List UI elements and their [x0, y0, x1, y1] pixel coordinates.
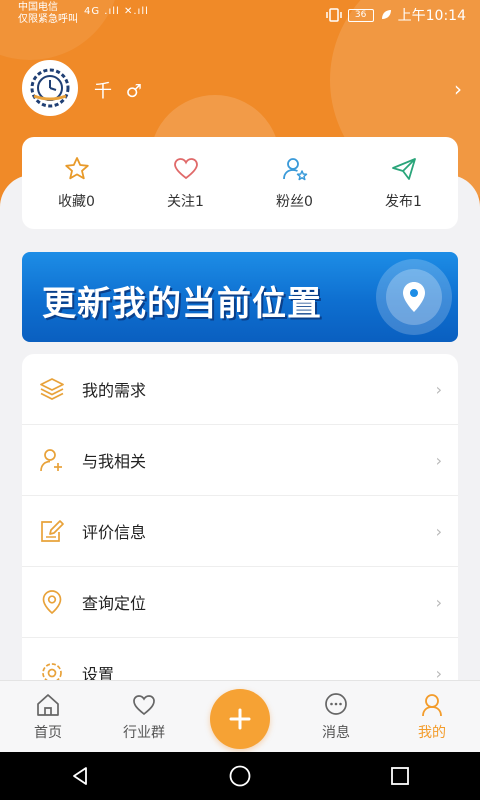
stats-card: 收藏0 关注1 粉丝0 发布1	[22, 137, 458, 229]
menu-item-label: 查询定位	[82, 594, 147, 613]
chevron-right-icon: ›	[435, 379, 442, 399]
recents-button[interactable]	[380, 756, 420, 796]
avatar[interactable]	[22, 60, 78, 116]
gear-clock-logo-icon	[30, 68, 70, 108]
tab-label: 消息	[322, 724, 350, 741]
clock: 上午10:14	[397, 8, 466, 24]
send-icon	[391, 158, 416, 180]
banner-pin-inner	[386, 269, 442, 325]
stat-label: 发布1	[385, 194, 422, 210]
chat-bubble-icon	[325, 692, 347, 715]
home-button[interactable]	[220, 756, 260, 796]
username: 千 ♂	[94, 77, 142, 103]
user-icon	[422, 693, 442, 716]
tab-label: 首页	[34, 724, 62, 741]
back-triangle-icon	[73, 767, 87, 785]
chevron-right-icon: ›	[435, 592, 442, 612]
menu-item-label: 我的需求	[82, 381, 147, 400]
add-button[interactable]	[210, 689, 270, 749]
banner-text: 更新我的当前位置	[42, 284, 322, 324]
chevron-right-icon[interactable]: ›	[454, 77, 462, 101]
fab-slot	[192, 681, 288, 752]
menu-item-my-needs[interactable]: 我的需求 ›	[22, 354, 458, 425]
stat-favorites[interactable]: 收藏0	[22, 137, 131, 229]
location-icon	[42, 590, 62, 615]
edit-icon	[41, 520, 64, 542]
menu-list: 我的需求 › 与我相关 › 评价信息 › 查询定位 › 设置 ›	[22, 354, 458, 684]
menu-item-related[interactable]: 与我相关 ›	[22, 425, 458, 496]
leaf-icon	[381, 10, 391, 19]
vibrate-icon	[325, 8, 342, 22]
plus-icon	[229, 708, 251, 730]
menu-item-locate[interactable]: 查询定位 ›	[22, 567, 458, 638]
stat-label: 收藏0	[58, 194, 95, 210]
tab-groups[interactable]: 行业群	[96, 681, 192, 752]
user-star-icon	[282, 158, 307, 181]
tab-messages[interactable]: 消息	[288, 681, 384, 752]
user-add-icon	[40, 449, 62, 472]
gender-icon: ♂	[125, 81, 142, 102]
carrier-info: 中国电信 仅限紧急呼叫	[18, 2, 78, 26]
tab-home[interactable]: 首页	[0, 681, 96, 752]
stat-label: 关注1	[167, 194, 204, 210]
username-text: 千	[94, 81, 112, 102]
menu-item-settings[interactable]: 设置 ›	[22, 638, 458, 684]
star-icon	[64, 157, 89, 180]
layers-icon	[40, 378, 64, 400]
home-icon	[37, 693, 59, 716]
tab-label: 行业群	[123, 724, 165, 741]
bottom-tab-bar: 首页 行业群 消息 我的	[0, 680, 480, 752]
battery-icon: 36	[347, 8, 374, 22]
system-nav-bar	[0, 752, 480, 800]
stat-fans[interactable]: 粉丝0	[240, 137, 349, 229]
location-pin-icon	[403, 282, 425, 312]
menu-item-reviews[interactable]: 评价信息 ›	[22, 496, 458, 567]
banner-pin-halo	[376, 259, 452, 335]
chevron-right-icon: ›	[435, 521, 442, 541]
heart-icon	[133, 694, 155, 715]
heart-icon	[173, 158, 198, 180]
update-location-banner[interactable]: 更新我的当前位置	[22, 252, 458, 342]
status-right: 36 上午10:14	[325, 5, 466, 25]
menu-item-label: 评价信息	[82, 523, 147, 542]
tab-mine[interactable]: 我的	[384, 681, 480, 752]
status-bar: 中国电信 仅限紧急呼叫 4G .ıll ✕.ıll 36 上午10:14	[0, 0, 480, 30]
signal-indicator: 4G .ıll ✕.ıll	[84, 6, 149, 17]
stat-posts[interactable]: 发布1	[349, 137, 458, 229]
chevron-right-icon: ›	[435, 450, 442, 470]
carrier-status: 仅限紧急呼叫	[18, 14, 78, 25]
home-circle-icon	[229, 765, 251, 787]
carrier-name: 中国电信	[18, 2, 58, 13]
menu-item-label: 与我相关	[82, 452, 147, 471]
profile-header[interactable]: 千 ♂ ›	[22, 60, 462, 118]
back-button[interactable]	[60, 756, 100, 796]
recents-square-icon	[391, 767, 409, 785]
stat-label: 粉丝0	[276, 194, 313, 210]
stat-following[interactable]: 关注1	[131, 137, 240, 229]
tab-label: 我的	[418, 724, 446, 741]
